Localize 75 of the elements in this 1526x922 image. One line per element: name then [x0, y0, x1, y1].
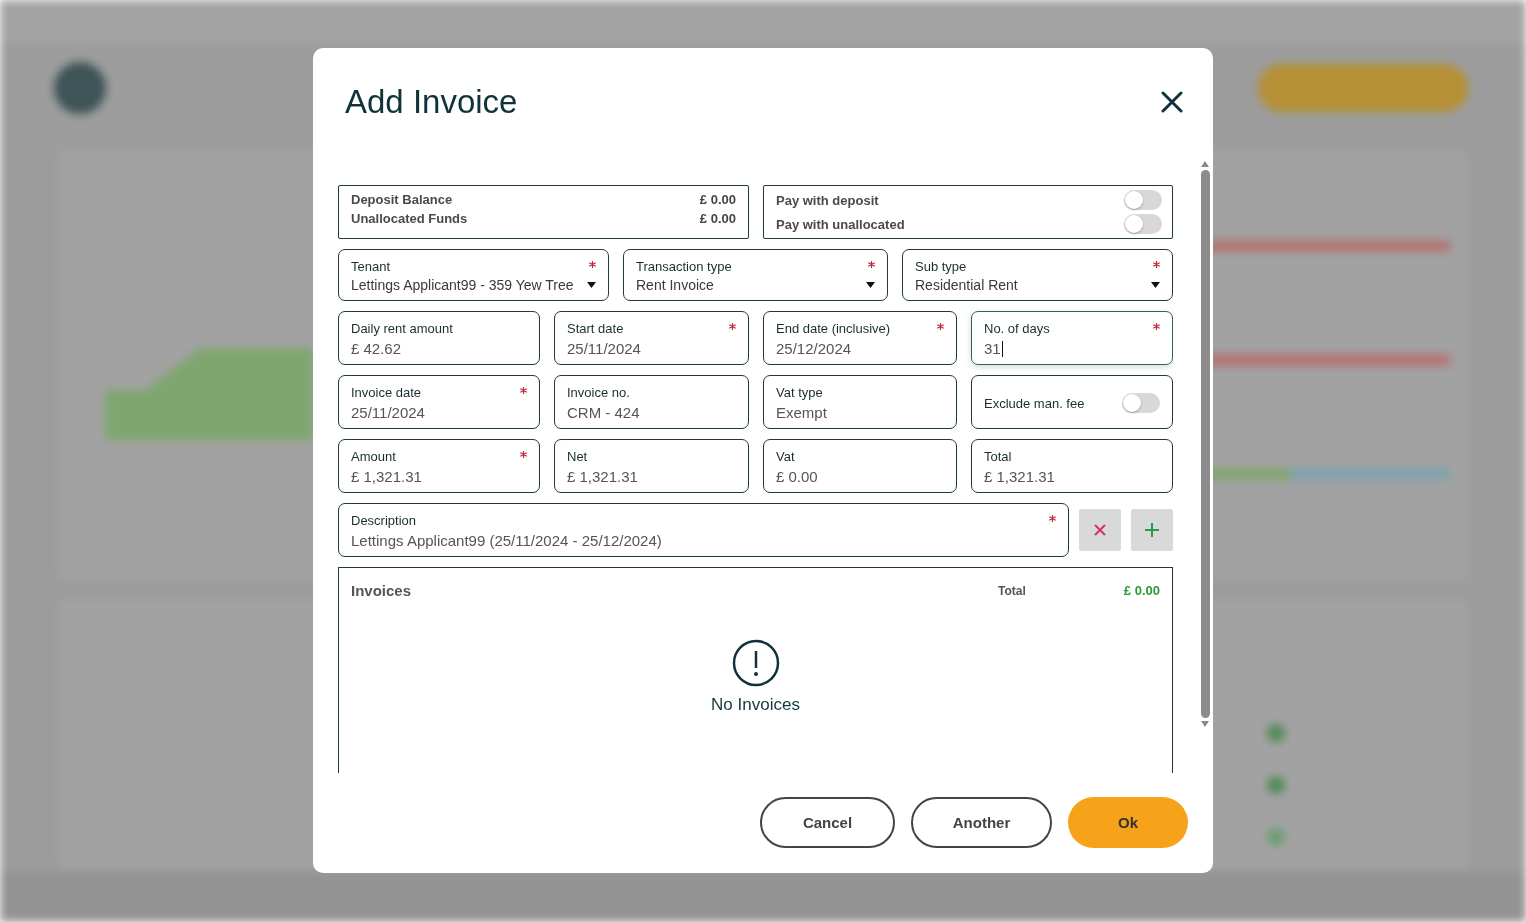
field-label: Sub type [915, 259, 967, 274]
field-value: 31 [984, 340, 1001, 357]
field-label: Transaction type [636, 259, 732, 274]
caret-icon [587, 282, 596, 288]
field-label: Tenant [351, 259, 391, 274]
option-label: Pay with unallocated [776, 216, 905, 232]
dialog-button[interactable]: Another [911, 797, 1052, 848]
toggle-switch[interactable] [1124, 190, 1162, 210]
balance-value: £ 0.00 [699, 192, 736, 207]
field-label: Invoice date [351, 385, 422, 400]
input-field[interactable]: Invoice date 25/11/2024 [338, 375, 540, 429]
total-label: Total [998, 583, 1026, 598]
input-field[interactable]: Daily rent amount £ 42.62 [338, 311, 540, 365]
field-value: £ 1,321.31 [351, 468, 422, 485]
field-value: Residential Rent [915, 277, 1018, 293]
plus-icon [1145, 523, 1159, 537]
scroll-down-arrow-icon[interactable] [1200, 720, 1210, 728]
field-value: 25/11/2024 [351, 404, 425, 421]
empty-message: No Invoices [711, 695, 800, 715]
input-field[interactable]: Total £ 1,321.31 [971, 439, 1173, 493]
total-value: £ 0.00 [1123, 583, 1160, 598]
close-icon[interactable] [1161, 91, 1183, 113]
input-field[interactable]: End date (inclusive) 25/12/2024 [763, 311, 957, 365]
text-cursor [1001, 340, 1003, 357]
panel-title: Invoices [351, 582, 413, 599]
field-value: 25/12/2024 [776, 340, 852, 357]
input-field[interactable]: Net £ 1,321.31 [554, 439, 749, 493]
field-label: Exclude man. fee [984, 395, 1085, 411]
field-value: £ 0.00 [776, 468, 818, 485]
clear-button[interactable] [1079, 509, 1121, 551]
exclamation-icon [731, 639, 780, 687]
field-value: Rent Invoice [636, 277, 714, 293]
toggle-switch[interactable] [1122, 393, 1160, 413]
input-field[interactable]: Vat type Exempt [763, 375, 957, 429]
field-label: Total [984, 449, 1012, 464]
field-label: Vat type [776, 385, 823, 400]
input-field[interactable]: Invoice no. CRM - 424 [554, 375, 749, 429]
field-label: Net [567, 449, 588, 464]
add-button[interactable] [1131, 509, 1173, 551]
field-label: Invoice no. [567, 385, 630, 400]
close-icon [1094, 524, 1106, 536]
input-field[interactable]: Amount £ 1,321.31 [338, 439, 540, 493]
caret-icon [866, 282, 875, 288]
field-value: £ 42.62 [351, 340, 402, 357]
input-field[interactable]: Description Lettings Applicant99 (25/11/2024 - 25/12/2024) [338, 503, 1069, 557]
field-label: Vat [776, 449, 795, 464]
input-field[interactable]: Start date 25/11/2024 [554, 311, 749, 365]
field-value: CRM - 424 [567, 404, 640, 421]
balance-label: Unallocated Funds [351, 211, 468, 226]
ok-button[interactable]: Ok [1068, 797, 1188, 848]
select-field[interactable]: Sub type Residential Rent [902, 249, 1173, 301]
input-field[interactable]: No. of days 31 [971, 311, 1173, 365]
field-label: End date (inclusive) [776, 321, 891, 336]
field-value: £ 1,321.31 [984, 468, 1055, 485]
field-label: Description [351, 513, 417, 528]
balance-value: £ 0.00 [699, 211, 736, 226]
dialog-title: Add Invoice [345, 83, 518, 121]
caret-icon [1151, 282, 1160, 288]
field-label: Amount [351, 449, 396, 464]
field-label: Daily rent amount [351, 321, 453, 336]
field-value: Lettings Applicant99 - 359 Yew Tree [351, 277, 574, 293]
field-label: No. of days [984, 321, 1050, 336]
balance-label: Deposit Balance [351, 192, 453, 207]
field-value: Exempt [776, 404, 827, 421]
field-value: Lettings Applicant99 (25/11/2024 - 25/12/2024) [351, 532, 662, 549]
input-field[interactable]: Vat £ 0.00 [763, 439, 957, 493]
field-value: £ 1,321.31 [567, 468, 638, 485]
field-value: 25/11/2024 [567, 340, 641, 357]
select-field[interactable]: Tenant Lettings Applicant99 - 359 Yew Tree [338, 249, 609, 301]
field-label: Start date [567, 321, 624, 336]
option-label: Pay with deposit [776, 192, 879, 208]
select-field[interactable]: Transaction type Rent Invoice [623, 249, 888, 301]
dialog-button[interactable]: Cancel [760, 797, 895, 848]
toggle-switch[interactable] [1124, 214, 1162, 234]
scroll-up-arrow-icon[interactable] [1200, 160, 1210, 168]
